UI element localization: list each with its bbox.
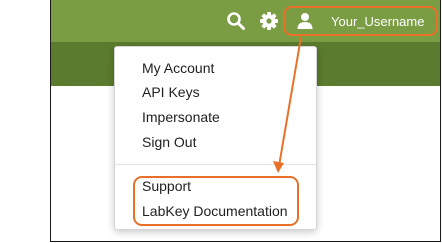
user-menu-button[interactable]: Your_Username — [283, 6, 438, 36]
app-window: Your_Username › My Account API Keys Impe… — [50, 0, 441, 242]
user-icon — [295, 11, 315, 31]
menu-item-api-keys[interactable]: API Keys — [142, 84, 200, 100]
menu-item-labkey-documentation[interactable]: LabKey Documentation — [142, 203, 288, 219]
menu-item-sign-out[interactable]: Sign Out — [142, 134, 196, 150]
search-icon — [227, 12, 245, 30]
menu-divider — [115, 164, 316, 165]
username-label: Your_Username — [331, 13, 425, 29]
menu-item-support[interactable]: Support — [142, 178, 191, 194]
user-dropdown-menu: My Account API Keys Impersonate Sign Out… — [114, 46, 317, 230]
search-button[interactable] — [224, 9, 248, 33]
menu-item-impersonate[interactable]: Impersonate — [142, 109, 220, 125]
settings-button[interactable] — [257, 9, 281, 33]
gear-icon — [260, 12, 278, 30]
header-bar: Your_Username — [51, 0, 440, 42]
menu-item-my-account[interactable]: My Account — [142, 60, 214, 76]
